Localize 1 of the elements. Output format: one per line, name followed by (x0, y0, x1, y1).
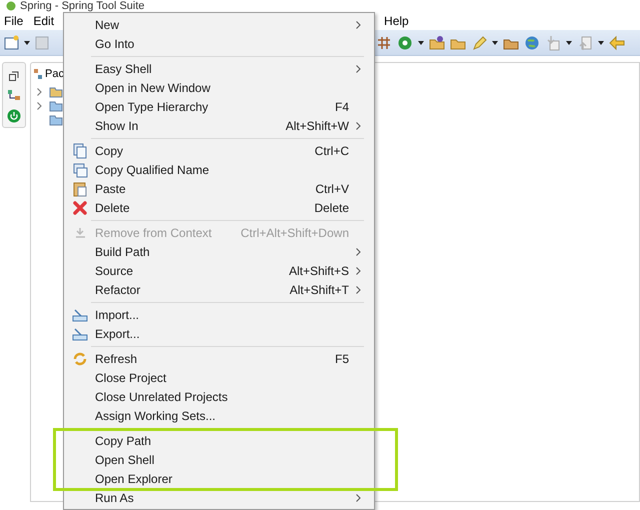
window-title: Spring - Spring Tool Suite (20, 0, 145, 12)
